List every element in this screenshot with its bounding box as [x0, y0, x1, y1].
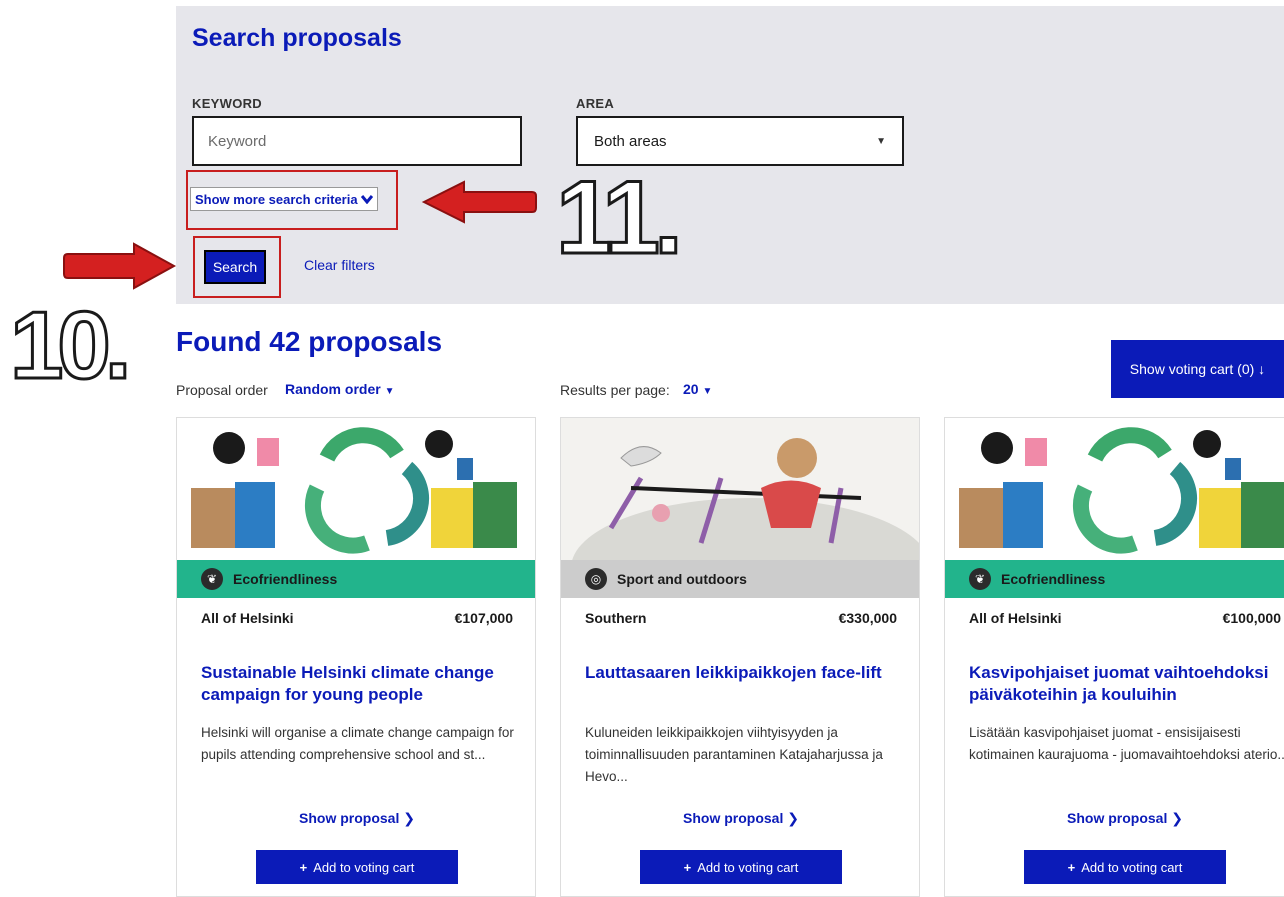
category-label: Sport and outdoors: [617, 571, 747, 587]
show-proposal-label: Show proposal: [683, 810, 784, 826]
card-amount: €330,000: [838, 610, 897, 626]
card-title-link[interactable]: Kasvipohjaiset juomat vaihtoehdoksi päiv…: [969, 662, 1284, 706]
proposal-order-value: Random order: [285, 381, 381, 397]
search-panel: Search proposals KEYWORD AREA Both areas…: [176, 6, 1284, 304]
proposal-order-label: Proposal order: [176, 382, 268, 398]
show-proposal-link[interactable]: Show proposal ❯: [177, 810, 535, 827]
plus-icon: +: [1067, 859, 1076, 875]
area-label: AREA: [576, 96, 615, 111]
show-proposal-link[interactable]: Show proposal ❯: [945, 810, 1284, 827]
caret-down-icon: ▼: [384, 386, 395, 397]
category-label: Ecofriendliness: [233, 571, 338, 587]
ball-icon: ◎: [585, 568, 607, 590]
show-more-criteria-button[interactable]: Show more search criteria: [190, 187, 378, 211]
voting-cart-label: Show voting cart (0): [1129, 361, 1255, 377]
category-label: Ecofriendliness: [1001, 571, 1106, 587]
plus-icon: +: [683, 859, 692, 875]
chevron-right-icon: ❯: [403, 810, 415, 826]
show-proposal-label: Show proposal: [299, 810, 400, 826]
add-to-cart-label: Add to voting cart: [313, 859, 415, 875]
results-per-page-label: Results per page:: [560, 382, 670, 398]
caret-down-icon: ▼: [702, 386, 713, 397]
card-title-link[interactable]: Sustainable Helsinki climate change camp…: [201, 662, 521, 706]
arrow-down-icon: ↓: [1254, 361, 1266, 377]
card-amount: €100,000: [1222, 610, 1281, 626]
card-meta: Southern €330,000: [585, 610, 897, 626]
proposal-card: ❦ Ecofriendliness All of Helsinki €107,0…: [176, 417, 536, 897]
plus-icon: +: [299, 859, 308, 875]
card-description: Helsinki will organise a climate change …: [201, 725, 514, 762]
card-description: Kuluneiden leikkipaikkojen viihtyisyyden…: [585, 725, 883, 784]
add-to-cart-label: Add to voting cart: [1081, 859, 1183, 875]
show-proposal-link[interactable]: Show proposal ❯: [561, 810, 919, 827]
caret-down-icon: ▼: [876, 135, 886, 147]
leaf-icon: ❦: [201, 568, 223, 590]
red-arrow-right-icon: [63, 242, 177, 290]
area-select[interactable]: Both areas ▼: [576, 116, 904, 166]
annotation-step-11: 11.: [555, 160, 685, 276]
category-bar: ◎ Sport and outdoors: [561, 560, 919, 598]
add-to-voting-cart-button[interactable]: + Add to voting cart: [640, 850, 842, 884]
card-description: Lisätään kasvipohjaiset juomat - ensisij…: [969, 725, 1284, 762]
card-area: Southern: [585, 610, 647, 626]
results-per-page-value: 20: [683, 381, 699, 397]
keyword-label: KEYWORD: [192, 96, 262, 111]
add-to-cart-label: Add to voting cart: [697, 859, 799, 875]
keyword-input[interactable]: [192, 116, 522, 166]
show-more-criteria-label: Show more search criteria: [195, 191, 358, 207]
chevron-down-icon: [360, 195, 373, 204]
show-voting-cart-button[interactable]: Show voting cart (0) ↓: [1111, 340, 1284, 398]
search-title: Search proposals: [192, 24, 402, 52]
card-area: All of Helsinki: [201, 610, 294, 626]
add-to-voting-cart-button[interactable]: + Add to voting cart: [1024, 850, 1226, 884]
chevron-right-icon: ❯: [1171, 810, 1183, 826]
add-to-voting-cart-button[interactable]: + Add to voting cart: [256, 850, 458, 884]
results-per-page-dropdown[interactable]: 20 ▼: [683, 381, 712, 397]
sport-illustration: [561, 418, 919, 560]
card-meta: All of Helsinki €107,000: [201, 610, 513, 626]
card-meta: All of Helsinki €100,000: [969, 610, 1281, 626]
proposal-order-dropdown[interactable]: Random order ▼: [285, 381, 394, 397]
search-button[interactable]: Search: [204, 250, 266, 284]
annotation-step-10: 10.: [8, 292, 132, 399]
proposal-card: ◎ Sport and outdoors Southern €330,000 L…: [560, 417, 920, 897]
recycling-illustration: [945, 418, 1284, 560]
results-count-title: Found 42 proposals: [176, 326, 443, 357]
card-area: All of Helsinki: [969, 610, 1062, 626]
clear-filters-link[interactable]: Clear filters: [304, 257, 375, 273]
red-arrow-left-icon: [421, 180, 537, 224]
recycling-illustration: [177, 418, 535, 560]
chevron-right-icon: ❯: [787, 810, 799, 826]
area-select-value: Both areas: [594, 132, 667, 150]
leaf-icon: ❦: [969, 568, 991, 590]
category-bar: ❦ Ecofriendliness: [945, 560, 1284, 598]
card-amount: €107,000: [454, 610, 513, 626]
proposal-card: ❦ Ecofriendliness All of Helsinki €100,0…: [944, 417, 1284, 897]
show-proposal-label: Show proposal: [1067, 810, 1168, 826]
category-bar: ❦ Ecofriendliness: [177, 560, 535, 598]
card-title-link[interactable]: Lauttasaaren leikkipaikkojen face-lift: [585, 662, 905, 684]
